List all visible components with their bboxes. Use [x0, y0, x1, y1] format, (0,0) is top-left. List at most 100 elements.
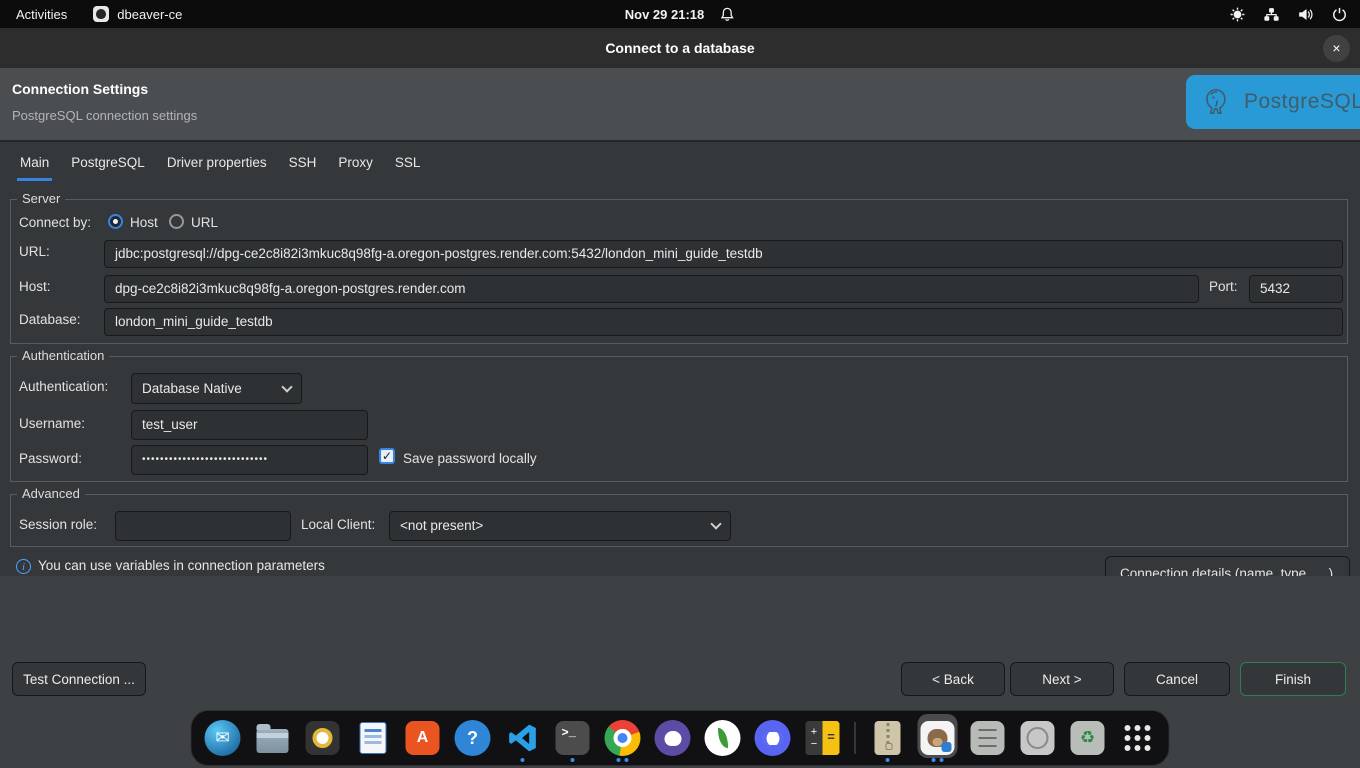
- dock-discord[interactable]: [751, 713, 795, 763]
- next-button[interactable]: Next >: [1010, 662, 1114, 696]
- clock-menu[interactable]: Nov 29 21:18: [625, 6, 736, 23]
- dock-github-desktop[interactable]: [651, 713, 695, 763]
- tab-ssh[interactable]: SSH: [289, 155, 317, 181]
- database-label: Database:: [19, 312, 81, 327]
- top-bar: Activities dbeaver-ce Nov 29 21:18: [0, 0, 1360, 28]
- dock: ✉ A ? >_ +−= ♻: [191, 710, 1170, 766]
- tab-proxy[interactable]: Proxy: [338, 155, 373, 181]
- tab-main[interactable]: Main: [20, 155, 49, 181]
- authentication-label: Authentication:: [19, 379, 108, 394]
- page-subtitle: PostgreSQL connection settings: [12, 108, 197, 123]
- postgresql-elephant-icon: [1199, 84, 1235, 120]
- mongodb-icon: [705, 720, 741, 756]
- dock-ubuntu-software[interactable]: A: [401, 713, 445, 763]
- port-label: Port:: [1209, 279, 1238, 294]
- radio-host[interactable]: [108, 214, 123, 229]
- save-password-label[interactable]: Save password locally: [403, 451, 537, 466]
- help-icon: ?: [455, 720, 491, 756]
- bell-icon: [718, 6, 735, 23]
- power-icon: [1331, 6, 1348, 23]
- dock-mongodb-compass[interactable]: [701, 713, 745, 763]
- terminal-icon: >_: [556, 721, 590, 755]
- focused-app-label: dbeaver-ce: [117, 7, 182, 22]
- vscode-icon: [507, 722, 539, 754]
- finish-button[interactable]: Finish: [1240, 662, 1346, 696]
- software-icon: A: [406, 721, 440, 755]
- authentication-group-legend: Authentication: [17, 348, 109, 363]
- volume-icon: [1297, 6, 1314, 23]
- authentication-select[interactable]: Database Native: [131, 373, 302, 404]
- clock-label: Nov 29 21:18: [625, 7, 705, 22]
- dock-vscode[interactable]: [501, 713, 545, 763]
- connect-by-label: Connect by:: [19, 215, 91, 230]
- port-input[interactable]: 5432: [1249, 275, 1343, 303]
- dock-app-grid[interactable]: [1116, 713, 1160, 763]
- thunderbird-icon: ✉: [205, 720, 241, 756]
- server-group: Server Connect by: Host URL URL: jdbc:po…: [10, 199, 1348, 344]
- dbeaver-app-icon: [93, 6, 109, 22]
- rhythmbox-icon: [306, 721, 340, 755]
- network-icon: [1263, 6, 1280, 23]
- activities-button[interactable]: Activities: [16, 7, 67, 22]
- trash-recycle-icon: ♻: [1071, 721, 1105, 755]
- password-input[interactable]: ••••••••••••••••••••••••••••: [131, 445, 368, 475]
- info-icon: i: [16, 559, 31, 574]
- discord-icon: [755, 720, 791, 756]
- dock-dbeaver[interactable]: [916, 713, 960, 763]
- dock-disk-utility[interactable]: [1016, 713, 1060, 763]
- close-icon[interactable]: ×: [1323, 35, 1350, 62]
- postgresql-logo: PostgreSQL: [1186, 75, 1360, 129]
- advanced-group: Advanced Session role: Local Client: <no…: [10, 494, 1348, 547]
- username-input[interactable]: test_user: [131, 410, 368, 440]
- radio-host-label[interactable]: Host: [130, 215, 158, 230]
- system-status-area[interactable]: [1229, 6, 1348, 23]
- tab-postgresql[interactable]: PostgreSQL: [71, 155, 145, 181]
- host-input[interactable]: dpg-ce2c8i82i3mkuc8q98fg-a.oregon-postgr…: [104, 275, 1199, 303]
- dock-libreoffice-writer[interactable]: [351, 713, 395, 763]
- writer-icon: [359, 722, 386, 754]
- dock-software-list[interactable]: [966, 713, 1010, 763]
- dbeaver-icon: [921, 721, 955, 755]
- test-connection-button[interactable]: Test Connection ...: [12, 662, 146, 696]
- save-password-checkbox[interactable]: ✓: [379, 448, 395, 464]
- tab-driver-properties[interactable]: Driver properties: [167, 155, 267, 181]
- disk-icon: [1021, 721, 1055, 755]
- url-input[interactable]: jdbc:postgresql://dpg-ce2c8i82i3mkuc8q98…: [104, 240, 1343, 268]
- focused-app-menu[interactable]: dbeaver-ce: [93, 6, 182, 22]
- github-icon: [655, 720, 691, 756]
- database-input[interactable]: london_mini_guide_testdb: [104, 308, 1343, 336]
- cancel-button[interactable]: Cancel: [1124, 662, 1230, 696]
- back-button[interactable]: < Back: [901, 662, 1005, 696]
- radio-url-label[interactable]: URL: [191, 215, 218, 230]
- dock-trash[interactable]: ♻: [1066, 713, 1110, 763]
- local-client-label: Local Client:: [301, 517, 375, 532]
- chrome-icon: [605, 720, 641, 756]
- brightness-icon: [1229, 6, 1246, 23]
- server-group-legend: Server: [17, 191, 65, 206]
- tab-ssl[interactable]: SSL: [395, 155, 421, 181]
- dock-help[interactable]: ?: [451, 713, 495, 763]
- connection-details-button[interactable]: Connection details (name, type, ... ): [1105, 556, 1350, 576]
- dock-files[interactable]: [251, 713, 295, 763]
- dock-archive-manager[interactable]: [866, 713, 910, 763]
- dock-terminal[interactable]: >_: [551, 713, 595, 763]
- chevron-down-icon: [710, 518, 721, 529]
- chevron-down-icon: [281, 381, 292, 392]
- dock-thunderbird[interactable]: ✉: [201, 713, 245, 763]
- archive-icon: [875, 721, 901, 755]
- session-role-label: Session role:: [19, 517, 97, 532]
- dock-separator: [855, 722, 856, 754]
- postgresql-logo-text: PostgreSQL: [1244, 90, 1360, 114]
- info-text: You can use variables in connection para…: [38, 558, 325, 573]
- dock-rhythmbox[interactable]: [301, 713, 345, 763]
- dialog-title: Connect to a database: [0, 28, 1360, 68]
- dock-calculator[interactable]: +−=: [801, 713, 845, 763]
- local-client-select[interactable]: <not present>: [389, 511, 731, 541]
- radio-url[interactable]: [169, 214, 184, 229]
- dock-chrome[interactable]: [601, 713, 645, 763]
- authentication-select-value: Database Native: [142, 381, 242, 396]
- session-role-input[interactable]: [115, 511, 291, 541]
- dialog-title-bar: Connect to a database ×: [0, 28, 1360, 68]
- app-grid-icon: [1125, 725, 1151, 751]
- authentication-group: Authentication Authentication: Database …: [10, 356, 1348, 482]
